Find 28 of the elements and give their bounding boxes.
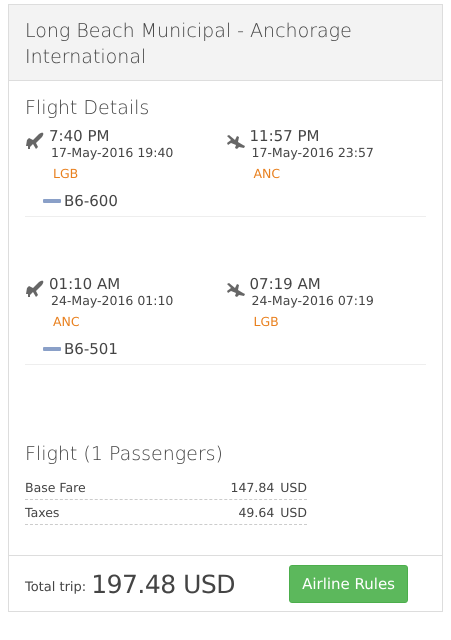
airport-code: ANC: [254, 166, 282, 182]
section-title: Flight Details: [25, 96, 150, 121]
section-title: Flight (1 Passengers): [25, 442, 224, 467]
total-label: Total trip:: [25, 580, 86, 594]
airline-rules-button[interactable]: Airline Rules: [289, 565, 408, 603]
flight-number: B6-600: [64, 192, 118, 210]
fare-amount: 147.84: [230, 480, 274, 495]
fare-amount: 49.64: [238, 505, 274, 520]
flight-time: 11:57 PM: [250, 127, 320, 145]
flight-datetime: 24-May-2016 07:19: [252, 293, 374, 308]
fare-label: Taxes: [25, 505, 60, 520]
flight-time: 07:19 AM: [250, 275, 322, 293]
takeoff-plane-icon: [25, 131, 45, 151]
fare-label: Base Fare: [25, 480, 87, 495]
flight-time: 7:40 PM: [49, 127, 110, 145]
fare-currency: USD: [280, 505, 307, 520]
airport-code: LGB: [254, 314, 280, 330]
fare-currency: USD: [280, 480, 307, 495]
airport-code: LGB: [53, 166, 80, 182]
flight-number: B6-501: [64, 340, 118, 358]
total-price: 197.48 USD: [91, 570, 236, 598]
flight-datetime: 17-May-2016 23:57: [252, 145, 374, 160]
flight-datetime: 24-May-2016 01:10: [51, 293, 174, 308]
takeoff-plane-icon: [25, 279, 45, 299]
airport-code: ANC: [53, 314, 81, 330]
flight-datetime: 17-May-2016 19:40: [51, 145, 174, 160]
route-title: Long Beach Municipal - Anchorage International: [25, 19, 353, 70]
flight-time: 01:10 AM: [49, 275, 122, 293]
